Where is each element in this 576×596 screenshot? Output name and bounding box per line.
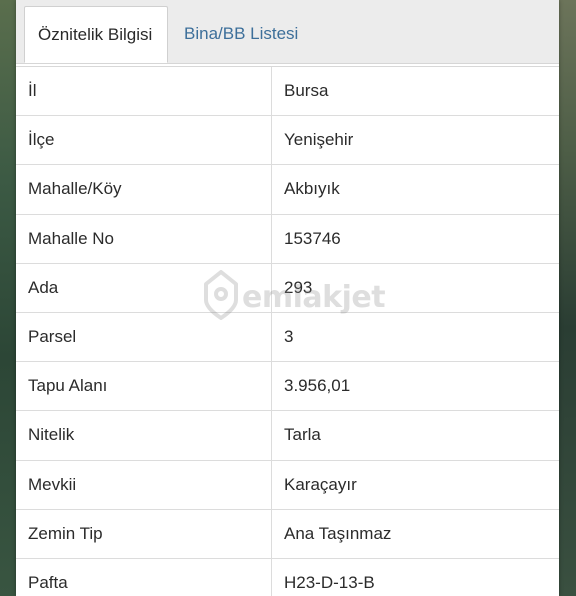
table-row: Tapu Alanı 3.956,01 (16, 362, 559, 412)
row-label: Mevkii (16, 460, 272, 509)
row-label: Pafta (16, 558, 272, 596)
row-label: Ada (16, 263, 272, 312)
row-label: Mahalle No (16, 214, 272, 263)
table-row: İl Bursa (16, 67, 559, 117)
row-value: Akbıyık (284, 179, 340, 199)
row-value: 3 (284, 327, 294, 347)
row-label: Nitelik (16, 411, 272, 460)
row-value: H23-D-13-B (284, 572, 375, 592)
attribute-panel: Öznitelik Bilgisi Bina/BB Listesi İl Bur… (16, 0, 559, 596)
row-label: Zemin Tip (16, 509, 272, 558)
tab-bar: Öznitelik Bilgisi Bina/BB Listesi (16, 0, 559, 64)
row-label: Mahalle/Köy (16, 165, 272, 214)
row-label: İl (16, 67, 272, 116)
table-row: Mahalle No 153746 (16, 214, 559, 264)
table-row: Pafta H23-D-13-B (16, 558, 559, 596)
row-value: Bursa (284, 81, 329, 101)
table-row: Mevkii Karaçayır (16, 460, 559, 510)
row-label: Tapu Alanı (16, 362, 272, 411)
row-value: Karaçayır (284, 474, 357, 494)
table-row: Zemin Tip Ana Taşınmaz (16, 509, 559, 559)
tab-attribute-info[interactable]: Öznitelik Bilgisi (24, 6, 168, 63)
table-row: İlçe Yenişehir (16, 116, 559, 166)
table-row: Nitelik Tarla (16, 411, 559, 461)
table-row: Parsel 3 (16, 312, 559, 363)
attribute-table: İl Bursa İlçe Yenişehir Mahalle/Köy Akbı… (16, 66, 559, 596)
row-label: Parsel (16, 312, 272, 362)
table-row: Mahalle/Köy Akbıyık (16, 165, 559, 215)
table-row: Ada 293 (16, 263, 559, 313)
tab-building-list[interactable]: Bina/BB Listesi (171, 6, 311, 62)
row-label: İlçe (16, 116, 272, 165)
row-value: 293 (284, 277, 313, 297)
row-value: 153746 (284, 228, 341, 248)
row-value: Yenişehir (284, 130, 354, 150)
row-value: 3.956,01 (284, 376, 351, 396)
row-value: Tarla (284, 425, 321, 445)
row-value: Ana Taşınmaz (284, 523, 392, 543)
